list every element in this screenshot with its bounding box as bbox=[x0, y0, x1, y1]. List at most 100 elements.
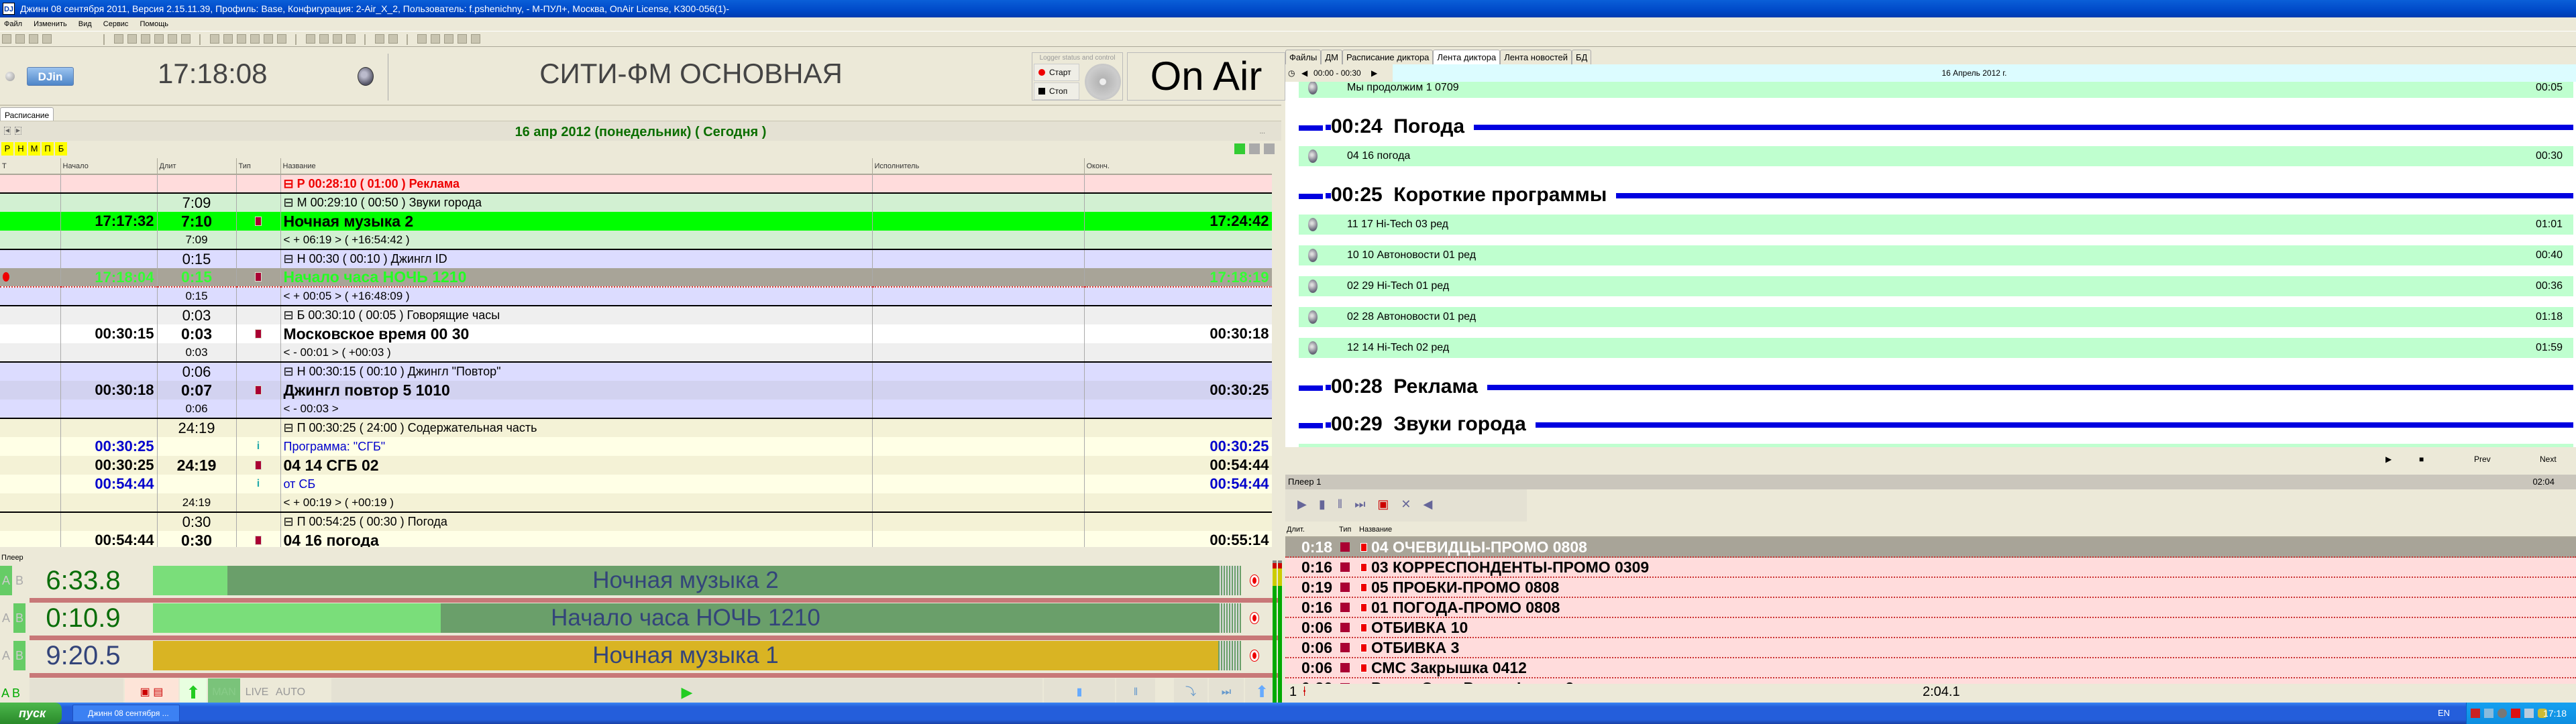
mail-icon[interactable] bbox=[305, 34, 315, 44]
col-type[interactable]: Тип bbox=[1339, 526, 1351, 534]
schedule-row[interactable]: 17:17:32 7:10 Ночная музыка 2 17:24:42 bbox=[0, 212, 1272, 231]
mail-icon[interactable] bbox=[345, 34, 356, 44]
speaker-icon[interactable] bbox=[1308, 341, 1318, 355]
prev-range-button[interactable]: ◀ bbox=[1301, 64, 1307, 82]
find-icon[interactable] bbox=[42, 34, 52, 44]
logger-start-button[interactable]: Старт bbox=[1034, 64, 1079, 81]
tab-files[interactable]: Файлы bbox=[1285, 50, 1322, 64]
arrow-icon[interactable] bbox=[457, 34, 467, 44]
logger-stop-button[interactable]: Стоп bbox=[1034, 82, 1079, 100]
marker-icon[interactable] bbox=[236, 34, 246, 44]
col-type[interactable]: Тип bbox=[236, 158, 281, 175]
schedule-row[interactable]: 00:30:25 24:19 04 14 СГБ 02 00:54:44 bbox=[0, 456, 1272, 475]
clock-icon[interactable]: ◷ bbox=[1288, 64, 1295, 82]
tray-app-icon[interactable] bbox=[2471, 709, 2480, 718]
feed-item[interactable]: 11 17 Hi-Tech 03 ред 01:01 bbox=[1299, 215, 2573, 235]
deck-progress-bar[interactable]: Ночная музыка 2 bbox=[153, 566, 1218, 595]
menu-service[interactable]: Сервис bbox=[103, 20, 129, 28]
feed-stop-button[interactable]: ■ bbox=[2419, 449, 2424, 469]
menu-edit[interactable]: Изменить bbox=[34, 20, 67, 28]
column-icon[interactable] bbox=[276, 34, 286, 44]
start-button[interactable]: пуск bbox=[0, 703, 62, 724]
deck-a-button[interactable]: A bbox=[0, 641, 12, 670]
tab-schedule[interactable]: Расписание bbox=[0, 107, 54, 122]
binoculars-icon[interactable] bbox=[1264, 143, 1275, 154]
player-deck[interactable]: A B 6:33.8 Ночная музыка 2 bbox=[0, 566, 1281, 603]
schedule-row[interactable]: 7:09 < + 06:19 > ( +16:54:42 ) bbox=[0, 231, 1272, 249]
deck-record-icon[interactable] bbox=[1250, 650, 1258, 661]
filter-p[interactable]: П bbox=[42, 142, 54, 156]
more-button[interactable]: ... bbox=[1260, 128, 1265, 135]
schedule-row[interactable]: 00:30:25 i Программа: "СГБ" 00:30:25 bbox=[0, 437, 1272, 456]
feed-item[interactable]: 02 29 Hi-Tech 01 ред 00:36 bbox=[1299, 276, 2573, 296]
feed-item[interactable]: 02 28 Автоновости 01 ред 01:18 bbox=[1299, 307, 2573, 327]
deck-progress-bar[interactable]: Начало часа НОЧЬ 1210 bbox=[153, 603, 1218, 633]
deck-a-button[interactable]: A bbox=[0, 566, 12, 595]
column-icon[interactable] bbox=[263, 34, 273, 44]
ab-selector[interactable]: AB bbox=[0, 603, 27, 633]
cut-icon[interactable] bbox=[2, 34, 11, 44]
feed-item[interactable]: Мы продолжим 1 0709 00:05 bbox=[1299, 82, 2573, 98]
tab-announcer-schedule[interactable]: Расписание диктора bbox=[1342, 50, 1434, 64]
ab-selector[interactable]: AB bbox=[0, 566, 27, 595]
schedule-row[interactable]: 0:06 ⊟ Н 00:30:15 ( 00:10 ) Джингл "Повто… bbox=[0, 361, 1272, 381]
mark-icon[interactable]: ▣ bbox=[1377, 497, 1389, 511]
deck-b-button[interactable]: B bbox=[13, 603, 25, 633]
check-icon[interactable] bbox=[223, 34, 233, 44]
col-name[interactable]: Название bbox=[280, 158, 873, 175]
speaker-icon[interactable] bbox=[1308, 82, 1318, 95]
tab-dm[interactable]: ДМ bbox=[1321, 50, 1342, 64]
col-name[interactable]: Название bbox=[1359, 526, 1392, 534]
doc-icon[interactable] bbox=[374, 34, 384, 44]
speaker-icon[interactable] bbox=[1308, 280, 1318, 293]
player-deck[interactable]: A B 9:20.5 Ночная музыка 1 bbox=[0, 641, 1281, 678]
schedule-row[interactable]: 00:54:44 i от СБ 00:54:44 bbox=[0, 475, 1272, 493]
feed-next-button[interactable]: Next bbox=[2540, 449, 2557, 469]
tab-news-feed[interactable]: Лента новостей bbox=[1500, 50, 1572, 64]
schedule-row[interactable]: 7:09 ⊟ М 00:29:10 ( 00:50 ) Звуки города bbox=[0, 192, 1272, 212]
feed-prev-button[interactable]: Prev bbox=[2474, 449, 2491, 469]
language-indicator[interactable]: EN bbox=[2438, 703, 2450, 724]
feed-item[interactable]: 12 14 Hi-Tech 02 ред 01:59 bbox=[1299, 338, 2573, 358]
filter-n[interactable]: Н bbox=[15, 142, 27, 156]
comment-icon[interactable] bbox=[180, 34, 191, 44]
menu-file[interactable]: Файл bbox=[4, 20, 22, 28]
schedule-row[interactable]: 0:15 ⊟ Н 00:30 ( 00:10 ) Джингл ID bbox=[0, 249, 1272, 268]
player1-item[interactable]: 0:19 05 ПРОБКИ-ПРОМО 0808 bbox=[1285, 578, 2576, 598]
player1-item[interactable]: 0:18 04 ОЧЕВИДЦЫ-ПРОМО 0808 bbox=[1285, 538, 2576, 558]
feed-play-button[interactable]: ▶ bbox=[2385, 449, 2392, 469]
arrow-icon[interactable] bbox=[443, 34, 453, 44]
tab-db[interactable]: БД bbox=[1572, 50, 1592, 64]
column-icon[interactable] bbox=[250, 34, 260, 44]
stop-icon[interactable]: ▮ bbox=[1319, 497, 1326, 511]
schedule-row[interactable]: 0:03 < - 00:01 > ( +00:03 ) bbox=[0, 343, 1272, 362]
feed-item[interactable]: 10 10 Автоновости 01 ред 00:40 bbox=[1299, 245, 2573, 265]
stop-icon[interactable] bbox=[140, 34, 150, 44]
col-artist[interactable]: Исполнитель bbox=[872, 158, 1085, 175]
menu-help[interactable]: Помощь bbox=[140, 20, 169, 28]
schedule-row[interactable]: 24:19 < + 00:19 > ( +00:19 ) bbox=[0, 493, 1272, 512]
arrow-icon[interactable] bbox=[430, 34, 440, 44]
filter-r[interactable]: Р bbox=[1, 142, 13, 156]
speaker-icon[interactable] bbox=[1308, 218, 1318, 231]
speaker-icon[interactable] bbox=[358, 67, 374, 86]
volume-icon[interactable] bbox=[2498, 709, 2507, 718]
player1-item[interactable]: 0:06 ОТБИВКА 10 bbox=[1285, 618, 2576, 638]
schedule-row[interactable]: 0:06 < - 00:03 > bbox=[0, 400, 1272, 418]
play-icon[interactable]: ▶ bbox=[1297, 497, 1307, 511]
player1-item[interactable]: 0:16 03 КОРРЕСПОНДЕНТЫ-ПРОМО 0309 bbox=[1285, 558, 2576, 578]
network-icon[interactable] bbox=[2484, 709, 2493, 718]
arrow-icon[interactable] bbox=[417, 34, 427, 44]
next-icon[interactable]: ⏭ bbox=[1354, 497, 1365, 511]
col-start[interactable]: Начало bbox=[60, 158, 158, 175]
mic-icon[interactable] bbox=[154, 34, 164, 44]
player1-item[interactable]: 0:06 ОТБИВКА 3 bbox=[1285, 638, 2576, 658]
deck-b-button[interactable]: B bbox=[13, 566, 25, 595]
next-range-button[interactable]: ▶ bbox=[1371, 64, 1377, 82]
feed-item[interactable]: 04 16 погода 00:30 bbox=[1299, 146, 2573, 166]
player1-item[interactable]: 0:16 01 ПОГОДА-ПРОМО 0808 bbox=[1285, 598, 2576, 618]
speaker-icon[interactable] bbox=[1308, 310, 1318, 324]
player1-item[interactable]: 0:26 Ролик Сити Релакс! дети 2 bbox=[1285, 678, 2576, 684]
schedule-row[interactable]: 0:30 ⊟ П 00:54:25 ( 00:30 ) Погода bbox=[0, 511, 1272, 531]
schedule-row[interactable]: 00:30:15 0:03 Московское время 00 30 00:30:… bbox=[0, 324, 1272, 343]
